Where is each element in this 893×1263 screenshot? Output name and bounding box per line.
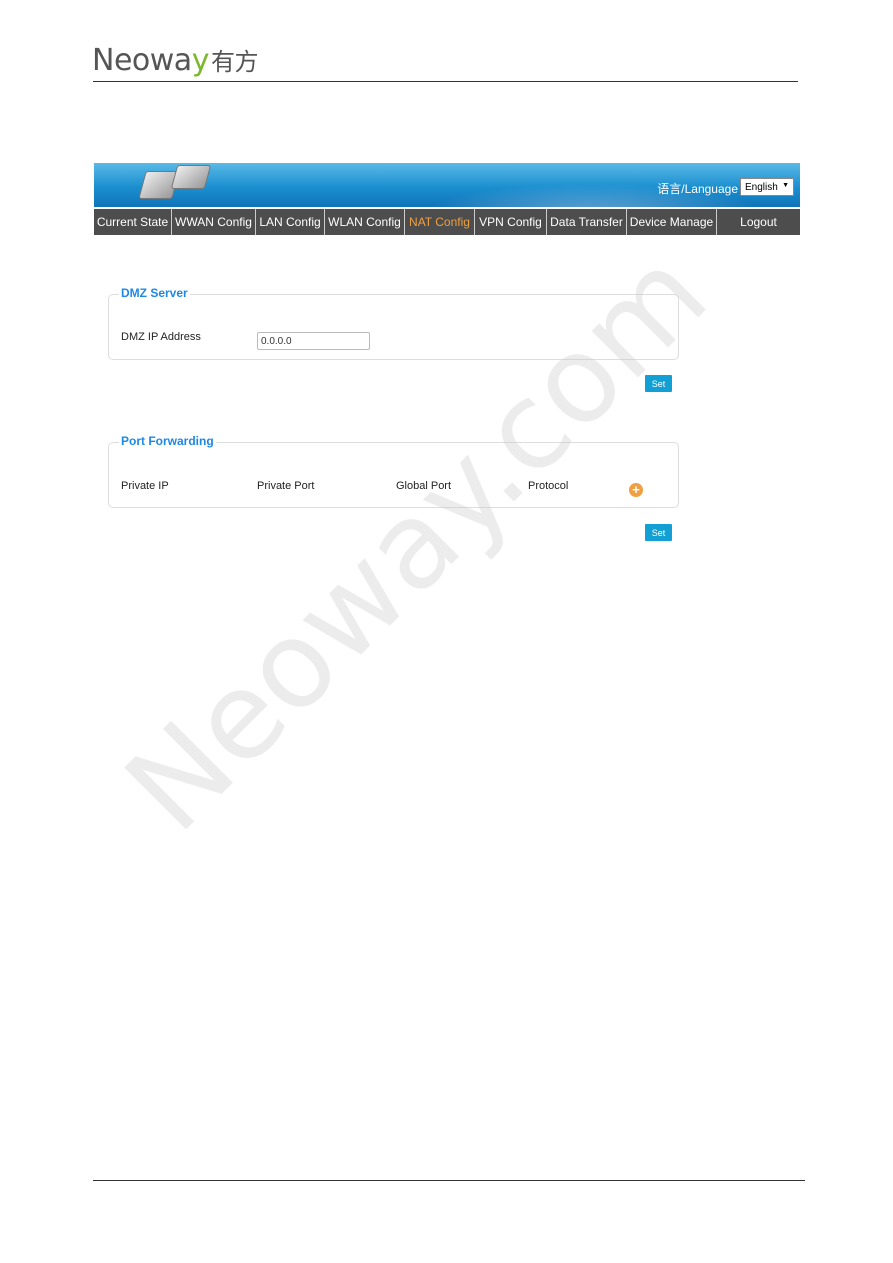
dropdown-arrow-icon: ▼ [782,182,789,189]
port-forwarding-section: Port Forwarding Private IP Private Port … [108,434,679,508]
column-header: Private Port [257,480,315,492]
column-header: Global Port [396,480,452,492]
language-select[interactable]: English ▼ [740,178,794,196]
tab-lan-config[interactable]: LAN Config [256,209,325,235]
dmz-server-section: DMZ Server DMZ IP Address 0.0.0.0 [108,286,679,360]
dmz-ip-input[interactable]: 0.0.0.0 [257,332,370,350]
port-forwarding-set-button[interactable]: Set [645,524,672,541]
section-title: Port Forwarding [119,434,216,448]
footer-divider [93,1180,805,1181]
plus-circle-icon[interactable]: + [629,483,643,497]
dmz-ip-label: DMZ IP Address [121,331,201,343]
neoway-logo: Neoway有方 [92,43,258,78]
dmz-set-button[interactable]: Set [645,375,672,392]
tab-current-state[interactable]: Current State [94,209,172,235]
tab-logout[interactable]: Logout [717,209,800,235]
tab-wwan-config[interactable]: WWAN Config [172,209,256,235]
tab-vpn-config[interactable]: VPN Config [475,209,547,235]
column-header: Protocol [528,480,569,492]
router-image [170,165,212,189]
main-nav: Current State WWAN Config LAN Config WLA… [94,209,800,235]
header-divider [93,81,798,82]
tab-device-manage[interactable]: Device Manage [627,209,717,235]
language-value: English [745,182,778,193]
banner: 语言/Language English ▼ [94,163,800,207]
tab-data-transfer[interactable]: Data Transfer [547,209,627,235]
language-label: 语言/Language [657,182,738,196]
tab-nat-config[interactable]: NAT Config [405,209,475,235]
section-title: DMZ Server [119,286,190,300]
tab-wlan-config[interactable]: WLAN Config [325,209,405,235]
column-header: Private IP [121,480,169,492]
